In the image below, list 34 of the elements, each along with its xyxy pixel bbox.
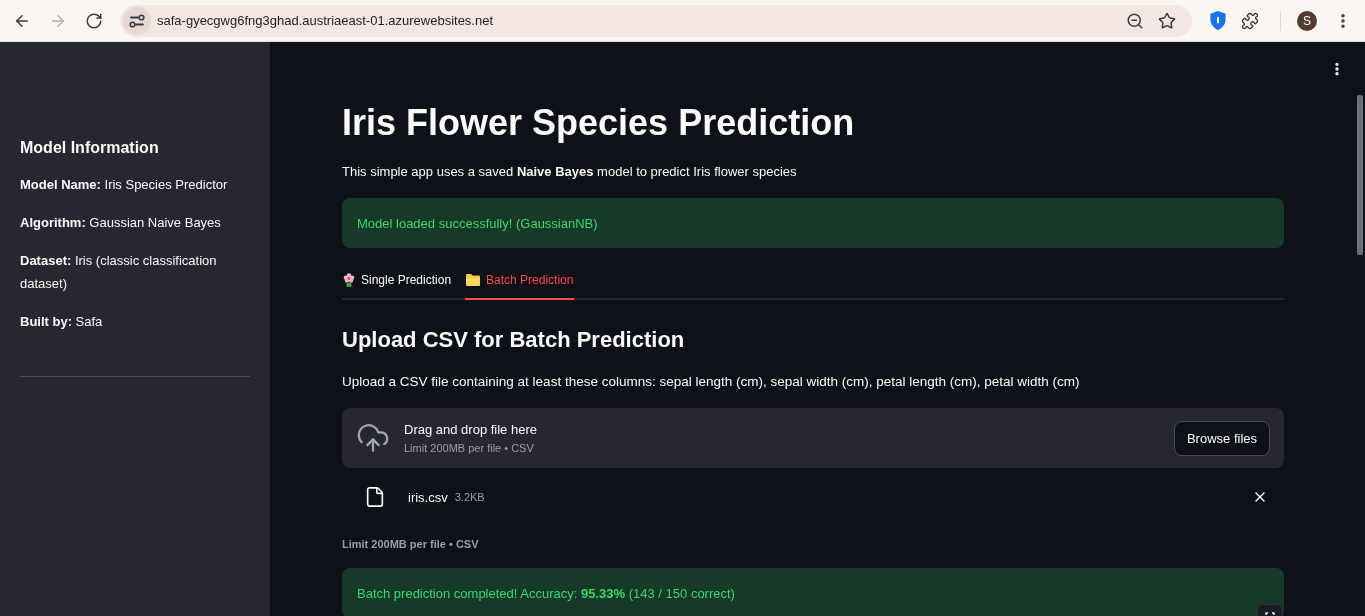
tab[interactable]: Batch Prediction xyxy=(465,262,575,300)
file-name: iris.csv xyxy=(408,489,448,505)
shield-icon[interactable] xyxy=(1210,11,1226,30)
puzzle-icon[interactable] xyxy=(1241,11,1259,30)
model-info-text: Dataset: Iris (classic classification dataset) xyxy=(20,252,218,293)
file-icon xyxy=(364,486,386,508)
intro-text: This simple app uses a saved Naive Bayes model to predict Iris flower species xyxy=(342,163,798,181)
profile-avatar[interactable]: S xyxy=(1297,10,1317,31)
scrollbar[interactable] xyxy=(1357,95,1363,255)
flower-icon xyxy=(343,273,355,287)
star-icon[interactable] xyxy=(1158,11,1176,30)
folder-icon xyxy=(466,274,481,286)
url-text: safa-gyecgwg6fng3ghad.austriaeast-01.azurewebsites.net xyxy=(157,13,495,28)
browse-files-button[interactable]: Browse files xyxy=(1174,420,1270,456)
reload-icon[interactable] xyxy=(85,11,103,30)
sidebar-title: Model Information xyxy=(20,138,160,158)
page-title: Iris Flower Species Prediction xyxy=(342,101,856,145)
model-info-text: Model Name: Iris Species Predictor xyxy=(20,176,229,194)
zoom-out-icon[interactable] xyxy=(1126,11,1144,30)
file-dropzone[interactable]: Drag and drop file here Limit 200MB per file • CSV Browse files xyxy=(342,408,1284,468)
alert-message: Model loaded successfully! (GaussianNB) xyxy=(357,215,598,231)
address-bar[interactable]: safa-gyecgwg6fng3ghad.austriaeast-01.azurewebsites.net xyxy=(120,4,1192,37)
cloud-upload-icon xyxy=(356,421,390,455)
model-info-text: Algorithm: Gaussian Naive Bayes xyxy=(20,214,222,232)
section-heading: Upload CSV for Batch Prediction xyxy=(342,326,686,354)
limit-note: Limit 200MB per file • CSV xyxy=(342,537,479,552)
file-size: 3.2KB xyxy=(454,491,486,503)
dropzone-title: Drag and drop file here xyxy=(404,421,538,438)
model-info-text: Built by: Safa xyxy=(20,313,104,331)
section-description: Upload a CSV file containing at least these columns: sepal length (cm), sepal width (cm), petal length (cm), petal width (cm) xyxy=(342,373,1081,391)
sliders-icon[interactable] xyxy=(123,6,151,35)
alert-message: Batch prediction completed! Accuracy: 95.33% (143 / 150 correct) xyxy=(357,585,735,601)
tab[interactable]: Single Prediction xyxy=(342,262,453,300)
dropzone-hint: Limit 200MB per file • CSV xyxy=(404,441,535,455)
